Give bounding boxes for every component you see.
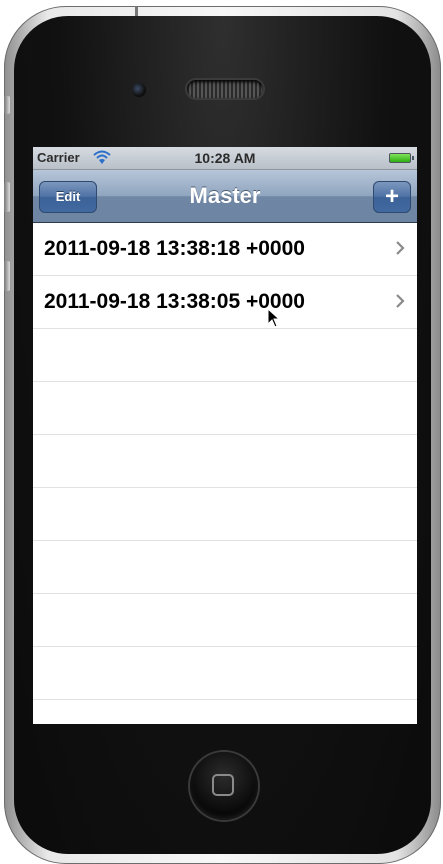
empty-table-row (33, 382, 417, 435)
camera-icon (132, 83, 146, 97)
volume-down-button[interactable] (4, 261, 10, 291)
empty-table-row (33, 700, 417, 724)
table-row[interactable]: 2011-09-18 13:38:05 +0000 (33, 276, 417, 329)
plus-icon: + (384, 183, 399, 210)
home-button[interactable] (190, 752, 258, 820)
sleep-button[interactable] (135, 6, 138, 16)
empty-table-row (33, 541, 417, 594)
empty-table-row (33, 647, 417, 700)
table-row[interactable]: 2011-09-18 13:38:18 +0000 (33, 223, 417, 276)
status-time: 10:28 AM (194, 150, 256, 166)
mute-switch[interactable] (4, 96, 10, 114)
table-row-label: 2011-09-18 13:38:18 +0000 (44, 237, 305, 260)
empty-table-row (33, 488, 417, 541)
table-row-label: 2011-09-18 13:38:05 +0000 (44, 290, 305, 313)
navigation-bar: Edit Master + (33, 170, 417, 223)
earpiece-speaker (187, 80, 263, 98)
empty-table-row (33, 329, 417, 382)
empty-table-row (33, 435, 417, 488)
device-screen: Carrier 10:28 AM Edit Master + 2011-09-1… (33, 147, 417, 724)
cursor-icon (267, 308, 281, 328)
status-bar: Carrier 10:28 AM (33, 147, 417, 170)
chevron-right-icon (396, 241, 405, 255)
page-title: Master (189, 183, 261, 208)
battery-icon (389, 153, 414, 163)
chevron-right-icon (396, 294, 405, 308)
add-button[interactable]: + (373, 181, 411, 213)
home-button-icon (212, 774, 234, 796)
empty-rows (33, 329, 417, 724)
master-table: 2011-09-18 13:38:18 +0000 2011-09-18 13:… (33, 223, 417, 724)
volume-up-button[interactable] (4, 182, 10, 212)
empty-table-row (33, 594, 417, 647)
